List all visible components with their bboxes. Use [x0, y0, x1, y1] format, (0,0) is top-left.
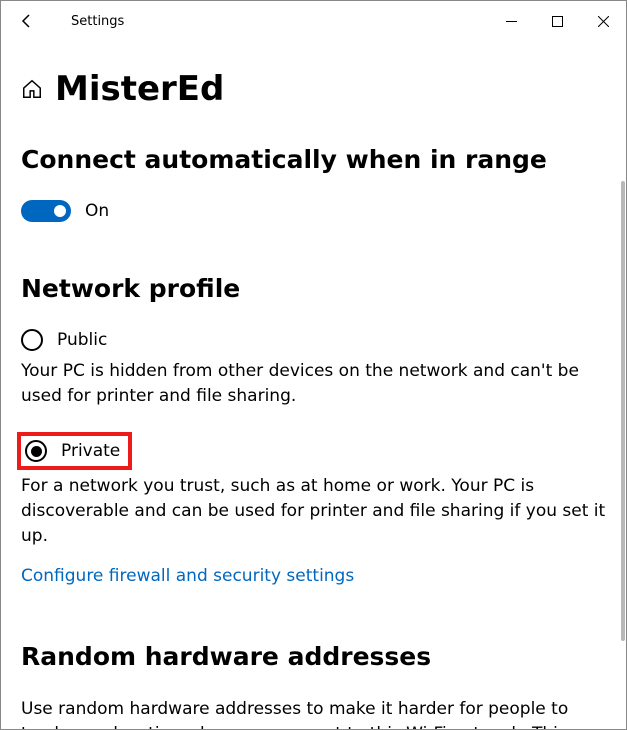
maximize-icon: [552, 16, 563, 27]
close-button[interactable]: [580, 1, 626, 41]
arrow-left-icon: [19, 13, 35, 29]
page-title: MisterEd: [55, 69, 224, 109]
connect-auto-toggle[interactable]: [21, 200, 71, 222]
minimize-icon: [506, 16, 517, 27]
connect-auto-toggle-label: On: [85, 201, 109, 221]
section-connect-title: Connect automatically when in range: [21, 145, 606, 174]
random-hardware-description: Use random hardware addresses to make it…: [21, 697, 606, 729]
radio-icon[interactable]: [25, 440, 47, 462]
radio-public-label: Public: [57, 330, 107, 350]
radio-icon: [21, 329, 43, 351]
section-random-title: Random hardware addresses: [21, 642, 606, 671]
section-profile-title: Network profile: [21, 274, 606, 303]
firewall-settings-link[interactable]: Configure firewall and security settings: [21, 566, 354, 586]
app-title: Settings: [71, 14, 124, 29]
highlight-private: Private: [17, 432, 132, 470]
home-icon: [21, 78, 43, 100]
radio-public-description: Your PC is hidden from other devices on …: [21, 359, 606, 408]
maximize-button[interactable]: [534, 1, 580, 41]
close-icon: [598, 16, 609, 27]
radio-private-description: For a network you trust, such as at home…: [21, 474, 606, 548]
minimize-button[interactable]: [488, 1, 534, 41]
back-button[interactable]: [5, 1, 49, 41]
radio-private-label[interactable]: Private: [61, 441, 120, 461]
scrollbar-thumb[interactable]: [621, 181, 625, 641]
radio-public[interactable]: Public: [21, 329, 606, 351]
